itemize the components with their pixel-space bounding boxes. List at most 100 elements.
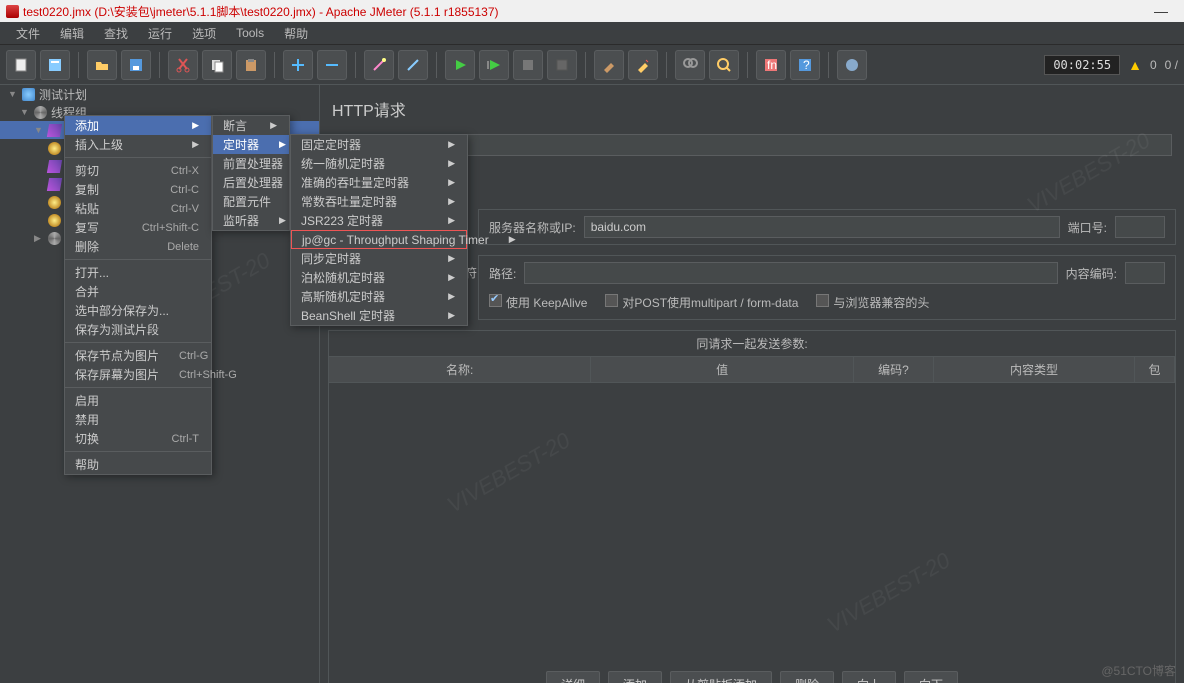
up-button[interactable]: 向上 — [842, 671, 896, 683]
port-label: 端口号: — [1068, 219, 1107, 236]
function-button[interactable]: fn — [756, 50, 786, 80]
menu-item[interactable]: 保存节点为图片Ctrl-G — [65, 346, 211, 365]
warning-icon[interactable]: ▲ — [1128, 57, 1142, 73]
menu-item[interactable]: 添加▶ — [65, 116, 211, 135]
menu-item[interactable]: 准确的吞吐量定时器▶ — [291, 173, 467, 192]
svg-text:fn: fn — [767, 58, 777, 72]
remove-button[interactable] — [317, 50, 347, 80]
menu-item[interactable]: 复写Ctrl+Shift-C — [65, 218, 211, 237]
cut-button[interactable] — [168, 50, 198, 80]
templates-button[interactable] — [40, 50, 70, 80]
search-button[interactable] — [675, 50, 705, 80]
reset-search-button[interactable] — [709, 50, 739, 80]
menu-item[interactable]: 启用 — [65, 391, 211, 410]
menu-file[interactable]: 文件 — [6, 22, 50, 45]
encoding-input[interactable] — [1125, 262, 1165, 284]
menu-item[interactable]: 切换Ctrl-T — [65, 429, 211, 448]
menu-item[interactable]: 选中部分保存为... — [65, 301, 211, 320]
wand2-button[interactable] — [398, 50, 428, 80]
menu-item[interactable]: 同步定时器▶ — [291, 249, 467, 268]
minimize-button[interactable]: ― — [1138, 0, 1184, 22]
menu-item[interactable]: 禁用 — [65, 410, 211, 429]
add-button[interactable] — [283, 50, 313, 80]
open-button[interactable] — [87, 50, 117, 80]
menu-help[interactable]: 帮助 — [274, 22, 318, 45]
clear-all-button[interactable] — [628, 50, 658, 80]
menu-item[interactable]: 保存屏幕为图片Ctrl+Shift-G — [65, 365, 211, 384]
copy-button[interactable] — [202, 50, 232, 80]
port-input[interactable] — [1115, 216, 1165, 238]
stop-button[interactable] — [513, 50, 543, 80]
detail-button[interactable]: 详细 — [546, 671, 600, 683]
menu-item[interactable]: 统一随机定时器▶ — [291, 154, 467, 173]
col-inc: 包 — [1135, 357, 1175, 382]
col-name: 名称: — [329, 357, 591, 382]
sampler-icon — [47, 160, 62, 173]
menu-item[interactable]: 断言▶ — [213, 116, 289, 135]
menu-search[interactable]: 查找 — [94, 22, 138, 45]
col-value: 值 — [591, 357, 853, 382]
context-menu-main[interactable]: 添加▶插入上级▶ 剪切Ctrl-X复制Ctrl-C粘贴Ctrl-V复写Ctrl+S… — [64, 115, 212, 475]
menu-item[interactable]: 打开... — [65, 263, 211, 282]
menu-options[interactable]: 选项 — [182, 22, 226, 45]
tree-root[interactable]: 测试计划 — [39, 86, 87, 103]
menubar: 文件 编辑 查找 运行 选项 Tools 帮助 — [0, 22, 1184, 45]
menu-item[interactable]: jp@gc - Throughput Shaping Timer▶ — [291, 230, 467, 249]
menu-item[interactable]: 复制Ctrl-C — [65, 180, 211, 199]
help-button[interactable]: ? — [790, 50, 820, 80]
title-bar: test0220.jmx (D:\安装包\jmeter\5.1.1脚本\test… — [0, 0, 1184, 22]
theme-button[interactable] — [837, 50, 867, 80]
panel-title: HTTP请求 — [332, 97, 1184, 121]
menu-item[interactable]: 粘贴Ctrl-V — [65, 199, 211, 218]
credit-text: @51CTO博客 — [1101, 662, 1176, 679]
menu-item[interactable]: 插入上级▶ — [65, 135, 211, 154]
start-no-pause-button[interactable] — [479, 50, 509, 80]
test-plan-tree[interactable]: ▼测试计划 ▼线程组 ▼HTT jp jp jp 聚 察看 ▶jp@g 添加▶插… — [0, 85, 320, 683]
col-type: 内容类型 — [934, 357, 1135, 382]
menu-item[interactable]: 高斯随机定时器▶ — [291, 287, 467, 306]
menu-item[interactable]: 合并 — [65, 282, 211, 301]
chk-browser[interactable]: 与浏览器兼容的头 — [816, 294, 929, 311]
paste-button[interactable] — [236, 50, 266, 80]
add-clipboard-button[interactable]: 从剪贴板添加 — [670, 671, 772, 683]
menu-item[interactable]: 定时器▶ — [213, 135, 289, 154]
clear-button[interactable] — [594, 50, 624, 80]
menu-item[interactable]: 帮助 — [65, 455, 211, 474]
menu-item[interactable]: 剪切Ctrl-X — [65, 161, 211, 180]
menu-item[interactable]: 前置处理器▶ — [213, 154, 289, 173]
menu-item[interactable]: BeanShell 定时器▶ — [291, 306, 467, 325]
app-icon — [6, 5, 19, 18]
new-button[interactable] — [6, 50, 36, 80]
menu-item[interactable]: 固定定时器▶ — [291, 135, 467, 154]
thread-group-icon — [34, 106, 47, 119]
menu-item[interactable]: 常数吞吐量定时器▶ — [291, 192, 467, 211]
context-menu-timers[interactable]: 固定定时器▶统一随机定时器▶准确的吞吐量定时器▶常数吞吐量定时器▶JSR223 … — [290, 134, 468, 326]
listener-icon — [48, 142, 61, 155]
context-menu-add[interactable]: 断言▶定时器▶前置处理器▶后置处理器▶配置元件▶监听器▶ — [212, 115, 290, 231]
menu-item[interactable]: 监听器▶ — [213, 211, 289, 230]
wand-button[interactable] — [364, 50, 394, 80]
start-button[interactable] — [445, 50, 475, 80]
server-label: 服务器名称或IP: — [489, 219, 576, 236]
name-input[interactable] — [363, 134, 1172, 156]
menu-item[interactable]: 删除Delete — [65, 237, 211, 256]
path-input[interactable] — [524, 262, 1057, 284]
menu-item[interactable]: 配置元件▶ — [213, 192, 289, 211]
chk-keepalive[interactable]: 使用 KeepAlive — [489, 294, 587, 311]
add-param-button[interactable]: 添加 — [608, 671, 662, 683]
svg-text:?: ? — [803, 58, 810, 72]
chk-multipart[interactable]: 对POST使用multipart / form-data — [605, 294, 798, 311]
menu-tools[interactable]: Tools — [226, 23, 274, 43]
menu-item[interactable]: 泊松随机定时器▶ — [291, 268, 467, 287]
delete-param-button[interactable]: 删除 — [780, 671, 834, 683]
menu-item[interactable]: JSR223 定时器▶ — [291, 211, 467, 230]
menu-item[interactable]: 保存为测试片段 — [65, 320, 211, 339]
shutdown-button[interactable] — [547, 50, 577, 80]
down-button[interactable]: 向下 — [904, 671, 958, 683]
params-table-body[interactable] — [329, 383, 1175, 663]
server-input[interactable] — [584, 216, 1060, 238]
save-button[interactable] — [121, 50, 151, 80]
menu-item[interactable]: 后置处理器▶ — [213, 173, 289, 192]
menu-run[interactable]: 运行 — [138, 22, 182, 45]
menu-edit[interactable]: 编辑 — [50, 22, 94, 45]
